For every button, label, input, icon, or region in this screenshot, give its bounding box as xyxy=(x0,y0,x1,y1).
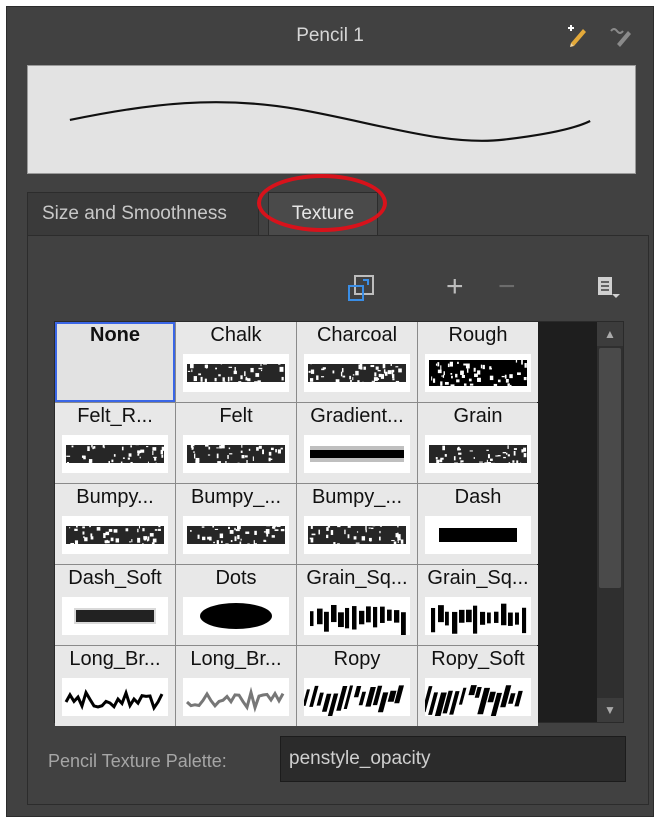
texture-swatch xyxy=(425,597,531,635)
texture-swatch xyxy=(304,516,410,555)
texture-cell[interactable]: Dots xyxy=(176,565,296,645)
texture-swatch xyxy=(421,678,531,718)
texture-cell[interactable]: Charcoal xyxy=(297,322,417,402)
texture-label: Bumpy_... xyxy=(190,486,282,508)
pencil-properties-panel: Pencil 1 Size and Smoothness Texture + − xyxy=(6,6,654,817)
scroll-down-icon[interactable]: ▼ xyxy=(597,698,623,722)
texture-swatch xyxy=(183,678,289,716)
texture-label: Dash xyxy=(454,486,502,508)
texture-cell[interactable]: Bumpy_... xyxy=(176,484,296,564)
texture-cell[interactable]: Gradient... xyxy=(297,403,417,483)
texture-label: Charcoal xyxy=(316,324,398,346)
scroll-thumb[interactable] xyxy=(599,348,621,588)
title-icons xyxy=(565,23,635,49)
texture-swatch xyxy=(62,678,168,716)
texture-cell[interactable]: Long_Br... xyxy=(176,646,296,726)
texture-cell[interactable]: None xyxy=(55,322,175,402)
texture-label: Long_Br... xyxy=(190,648,282,670)
add-icon[interactable]: + xyxy=(446,272,464,302)
texture-tab-content: + − None Chalk Charcoal Rough Felt_R... Felt G… xyxy=(27,235,649,805)
pencil-title: Pencil 1 xyxy=(296,25,364,46)
texture-label: Dash_Soft xyxy=(68,567,162,589)
texture-list: None Chalk Charcoal Rough Felt_R... Felt Gradi… xyxy=(54,321,624,726)
texture-label: Ropy xyxy=(333,648,381,670)
texture-cell[interactable]: Grain_Sq... xyxy=(297,565,417,645)
texture-cell[interactable]: Felt_R... xyxy=(55,403,175,483)
texture-swatch xyxy=(425,435,531,474)
texture-label: Dots xyxy=(215,567,257,589)
texture-label: Bumpy_... xyxy=(311,486,403,508)
texture-swatch xyxy=(304,354,410,392)
texture-swatch xyxy=(425,516,531,554)
texture-cell[interactable]: Dash_Soft xyxy=(55,565,175,645)
texture-swatch xyxy=(302,678,410,719)
texture-label: Felt xyxy=(219,405,253,427)
texture-swatch xyxy=(183,354,289,392)
texture-cell[interactable]: Felt xyxy=(176,403,296,483)
texture-cell[interactable]: Grain xyxy=(418,403,538,483)
texture-swatch xyxy=(183,435,289,473)
menu-icon[interactable] xyxy=(594,274,622,302)
import-texture-icon[interactable] xyxy=(346,272,378,304)
texture-swatch xyxy=(183,597,289,635)
tab-size-and-smoothness[interactable]: Size and Smoothness xyxy=(27,192,259,236)
texture-label: Long_Br... xyxy=(69,648,161,670)
rename-pencil-icon[interactable] xyxy=(609,23,635,49)
texture-swatch xyxy=(62,597,168,635)
palette-label: Pencil Texture Palette: xyxy=(48,751,227,771)
remove-icon[interactable]: − xyxy=(498,272,516,302)
new-pencil-icon[interactable] xyxy=(565,23,591,49)
texture-cell[interactable]: Bumpy... xyxy=(55,484,175,564)
texture-cell[interactable]: Ropy xyxy=(297,646,417,726)
texture-cell[interactable]: Dash xyxy=(418,484,538,564)
texture-cell[interactable]: Rough xyxy=(418,322,538,402)
texture-cell[interactable]: Ropy_Soft xyxy=(418,646,538,726)
texture-label: Grain xyxy=(453,405,503,427)
texture-scrollbar[interactable]: ▲ ▼ xyxy=(597,322,623,722)
texture-cell[interactable]: Bumpy_... xyxy=(297,484,417,564)
texture-label: Gradient... xyxy=(310,405,404,427)
texture-cell[interactable]: Long_Br... xyxy=(55,646,175,726)
texture-swatch xyxy=(304,597,410,641)
texture-cell[interactable]: Grain_Sq... xyxy=(418,565,538,645)
texture-cell[interactable]: Chalk xyxy=(176,322,296,402)
texture-swatch xyxy=(183,516,289,554)
scroll-up-icon[interactable]: ▲ xyxy=(597,322,623,346)
texture-label: Grain_Sq... xyxy=(306,567,408,589)
texture-label: Ropy_Soft xyxy=(431,648,525,670)
texture-swatch xyxy=(304,435,410,473)
texture-swatch xyxy=(62,516,168,554)
palette-field[interactable]: penstyle_opacity xyxy=(280,736,626,782)
texture-swatch xyxy=(425,354,531,392)
texture-label: Chalk xyxy=(210,324,262,346)
texture-label: Felt_R... xyxy=(77,405,153,427)
texture-label: None xyxy=(90,324,140,346)
texture-grid: None Chalk Charcoal Rough Felt_R... Felt Gradi… xyxy=(55,322,538,726)
tab-bar: Size and Smoothness Texture xyxy=(27,174,637,236)
texture-label: Grain_Sq... xyxy=(427,567,529,589)
tab-texture[interactable]: Texture xyxy=(268,192,378,236)
stroke-preview xyxy=(27,65,636,174)
texture-swatch xyxy=(62,435,168,473)
texture-label: Bumpy... xyxy=(76,486,154,508)
texture-label: Rough xyxy=(448,324,508,346)
